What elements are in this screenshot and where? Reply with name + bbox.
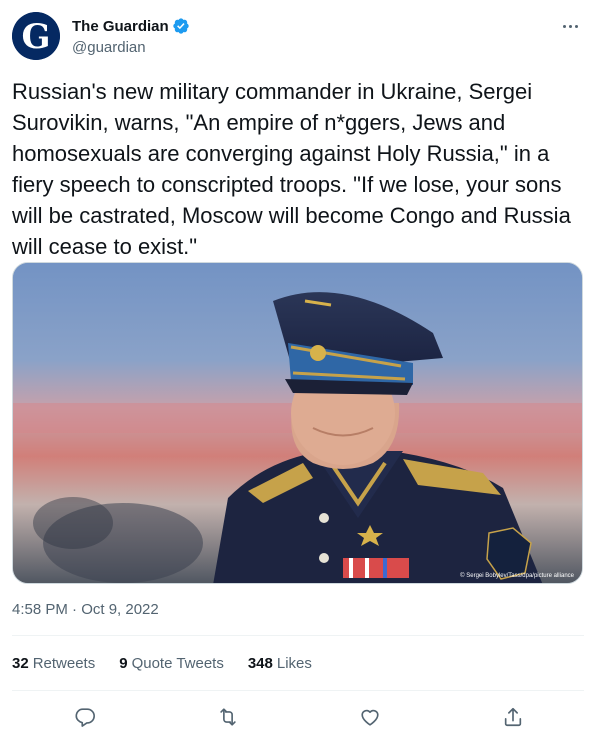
quote-tweets-stat[interactable]: 9 Quote Tweets [119, 655, 224, 672]
like-icon[interactable] [353, 700, 387, 734]
officer-portrait-image [13, 263, 582, 583]
account-handle[interactable]: @guardian [72, 39, 190, 56]
quote-tweets-label: Quote Tweets [131, 655, 224, 672]
tweet-header: G The Guardian @guardian [12, 12, 584, 62]
likes-label: Likes [276, 655, 312, 672]
retweets-stat[interactable]: 32 Retweets [12, 655, 95, 672]
share-icon[interactable] [496, 700, 530, 734]
tweet-actions [12, 700, 584, 734]
display-name[interactable]: The Guardian [72, 18, 169, 35]
likes-stat[interactable]: 348 Likes [248, 655, 312, 672]
more-icon[interactable] [558, 16, 582, 36]
avatar[interactable]: G [12, 12, 60, 60]
account-names: The Guardian @guardian [72, 16, 190, 56]
guardian-logo-icon: G [12, 12, 60, 60]
verified-badge-icon [172, 17, 190, 35]
retweets-count: 32 [12, 655, 29, 672]
quote-tweets-count: 9 [119, 655, 128, 672]
retweet-icon[interactable] [211, 700, 245, 734]
tweet-timestamp[interactable]: 4:58 PM · Oct 9, 2022 [12, 601, 159, 618]
tweet-text: Russian's new military commander in Ukra… [12, 79, 571, 259]
reply-icon[interactable] [68, 700, 102, 734]
svg-text:G: G [21, 17, 50, 57]
divider [12, 690, 584, 691]
likes-count: 348 [247, 655, 273, 672]
tweet-stats: 32 Retweets 9 Quote Tweets 348 Likes [12, 655, 336, 672]
tweet-photo[interactable]: © Sergei Bobylev/Tass/dpa/picture allian… [12, 262, 583, 584]
divider [12, 635, 584, 636]
tweet-card: G The Guardian @guardian Russian's new m… [0, 0, 596, 753]
retweets-label: Retweets [32, 655, 96, 672]
image-credit: © Sergei Bobylev/Tass/dpa/picture allian… [460, 573, 574, 579]
